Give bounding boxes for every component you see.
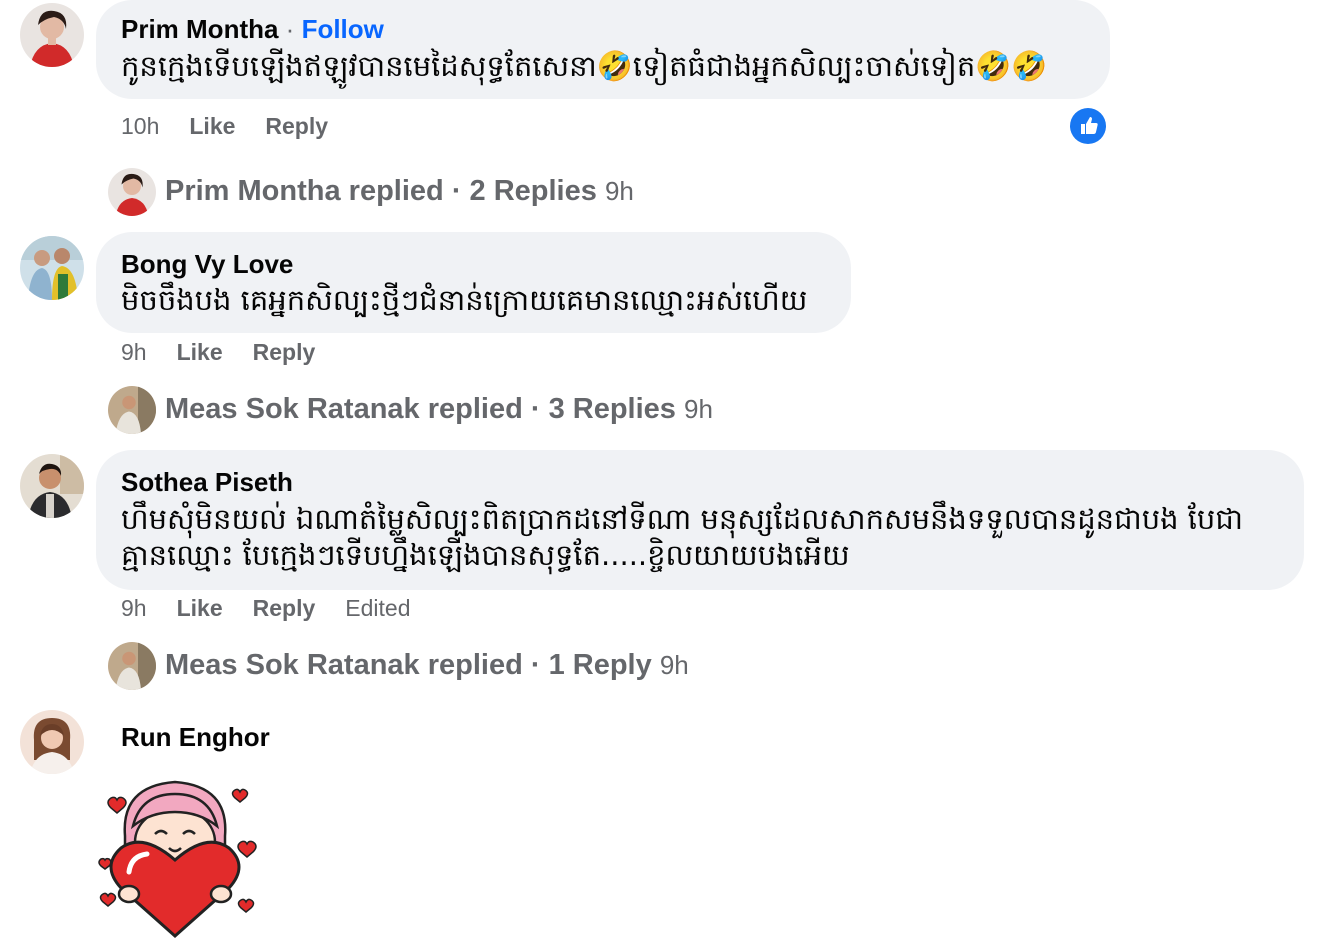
comment-author[interactable]: Bong Vy Love <box>121 249 293 280</box>
avatar[interactable] <box>108 642 156 690</box>
view-replies-link[interactable]: Meas Sok Ratanak replied · 1 Reply 9h <box>165 649 689 682</box>
comment-text-line: គ្មានឈ្មោះ បែក្មេងៗទើបហ្នឹងឡើងបានសុទ្ធតែ… <box>121 538 850 572</box>
reply-button[interactable]: Reply <box>253 595 316 621</box>
comment-time[interactable]: 9h <box>121 339 147 365</box>
comment-author: Prim Montha · Follow <box>121 14 384 45</box>
view-replies-link[interactable]: Meas Sok Ratanak replied · 3 Replies 9h <box>165 393 713 426</box>
comments-thread: Prim Montha · Follow កូនក្មេងទើបឡើងឥឡូវប… <box>0 0 1344 942</box>
comment-author[interactable]: Run Enghor <box>121 722 270 753</box>
comment-meta: 10h Like Reply <box>121 113 358 140</box>
avatar[interactable] <box>20 3 84 67</box>
replied-time: 9h <box>659 650 689 680</box>
replied-time: 9h <box>604 176 634 206</box>
replied-time: 9h <box>684 394 713 424</box>
separator-dot: · <box>278 14 302 44</box>
comment-text: កូនក្មេងទើបឡើងឥឡូវបានមេដៃសុទ្ធតែសេនា🤣ទៀត… <box>121 49 1048 83</box>
avatar[interactable] <box>108 168 156 216</box>
replied-summary: Meas Sok Ratanak replied · 3 Replies <box>165 393 676 425</box>
author-name[interactable]: Prim Montha <box>121 14 278 44</box>
comment-text: មិចចឹងបង គេអ្នកសិល្បះថ្មីៗជំនាន់ក្រោយគេម… <box>121 283 808 317</box>
girl-hugging-heart-sticker <box>95 776 257 940</box>
comment-time[interactable]: 9h <box>121 595 147 621</box>
avatar[interactable] <box>108 386 156 434</box>
like-icon[interactable] <box>1070 108 1106 144</box>
edited-label[interactable]: Edited <box>345 595 410 621</box>
reply-button[interactable]: Reply <box>265 113 328 139</box>
replied-summary: Meas Sok Ratanak replied · 1 Reply <box>165 649 652 681</box>
avatar[interactable] <box>20 236 84 300</box>
comment-meta: 9h Like Reply Edited <box>121 595 440 622</box>
comment-author[interactable]: Sothea Piseth <box>121 467 293 498</box>
avatar[interactable] <box>20 454 84 518</box>
like-button[interactable]: Like <box>189 113 235 139</box>
avatar[interactable] <box>20 710 84 774</box>
replied-summary: Prim Montha replied · 2 Replies <box>165 175 597 207</box>
like-button[interactable]: Like <box>177 339 223 365</box>
comment-time[interactable]: 10h <box>121 113 159 139</box>
reply-button[interactable]: Reply <box>253 339 316 365</box>
like-button[interactable]: Like <box>177 595 223 621</box>
follow-button[interactable]: Follow <box>302 14 384 44</box>
view-replies-link[interactable]: Prim Montha replied · 2 Replies 9h <box>165 175 634 208</box>
comment-meta: 9h Like Reply <box>121 339 345 366</box>
